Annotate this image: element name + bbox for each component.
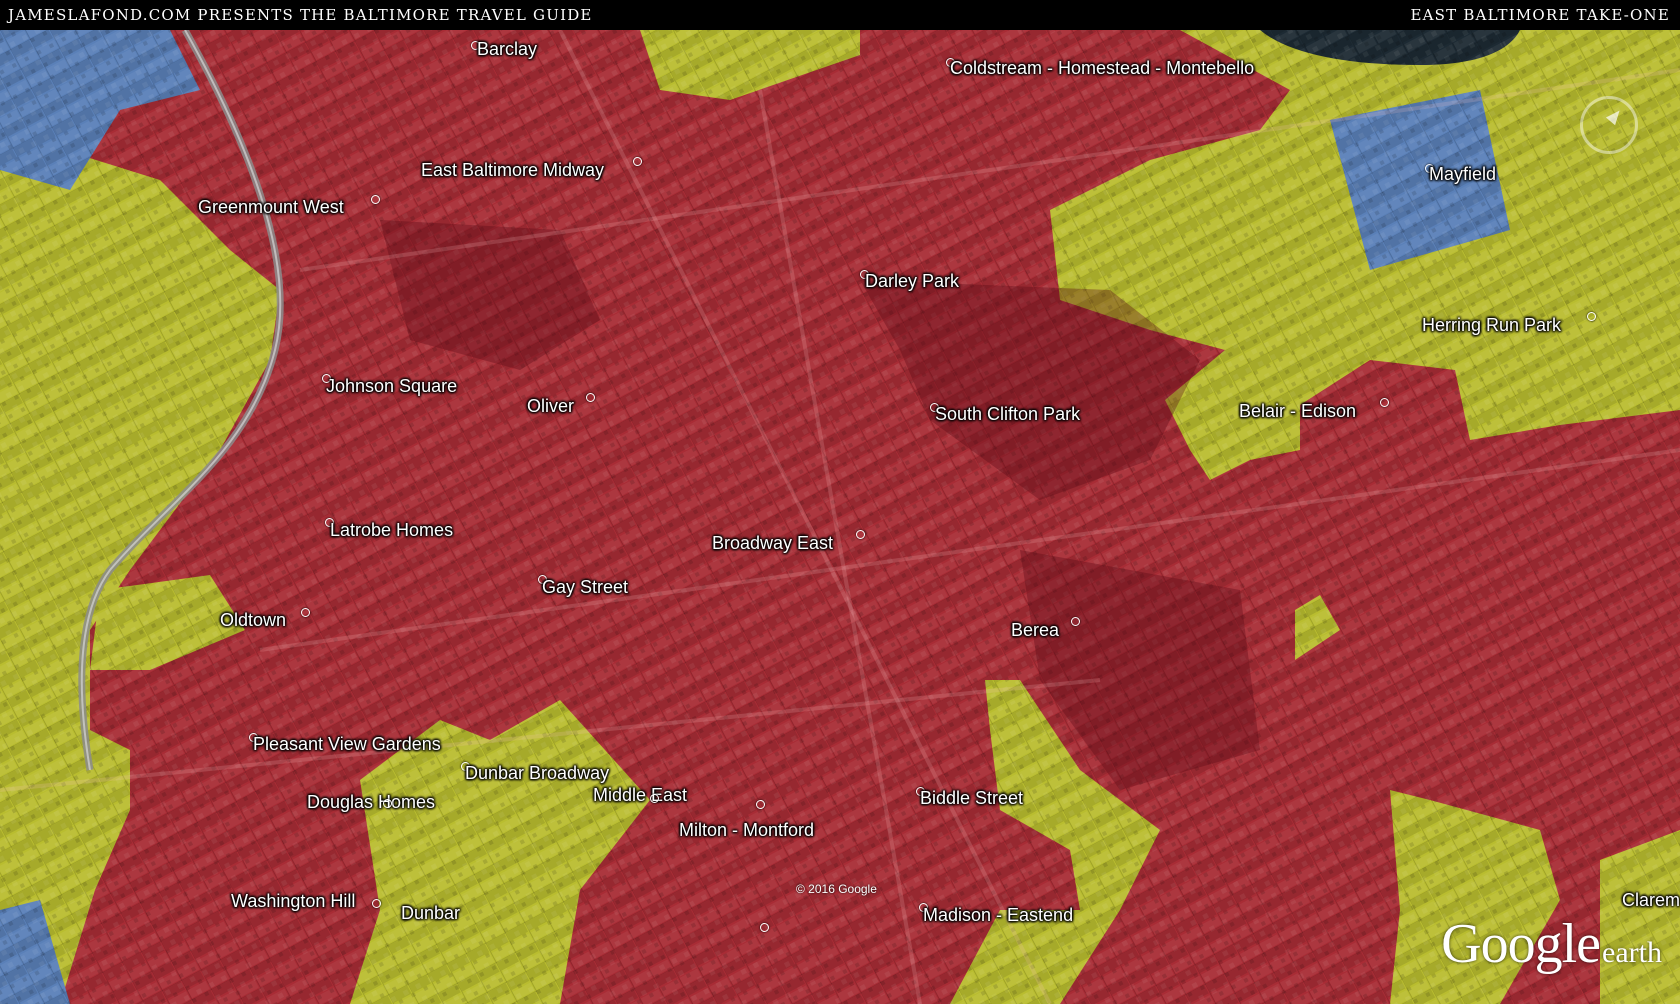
place-label-latrobe-homes[interactable]: Latrobe Homes bbox=[330, 520, 453, 540]
placemark-icon[interactable] bbox=[301, 608, 310, 617]
place-label-dunbar-broadway[interactable]: Dunbar Broadway bbox=[465, 763, 609, 783]
place-label-gay-street[interactable]: Gay Street bbox=[542, 577, 628, 597]
placemark-icon[interactable] bbox=[1587, 312, 1596, 321]
placemark-icon[interactable] bbox=[633, 157, 642, 166]
placemark-icon[interactable] bbox=[586, 393, 595, 402]
place-label-broadway-east[interactable]: Broadway East bbox=[712, 533, 833, 553]
place-label-pleasant-view-gardens[interactable]: Pleasant View Gardens bbox=[253, 734, 441, 754]
placemark-icon[interactable] bbox=[1071, 617, 1080, 626]
place-label-milton-montford[interactable]: Milton - Montford bbox=[679, 820, 814, 840]
banner-right-title: East Baltimore Take-One bbox=[1410, 6, 1670, 24]
placemark-icon[interactable] bbox=[856, 530, 865, 539]
place-label-east-baltimore-midway[interactable]: East Baltimore Midway bbox=[421, 160, 604, 180]
placemark-icon[interactable] bbox=[756, 800, 765, 809]
placemark-icon[interactable] bbox=[371, 195, 380, 204]
logo-google-text: Google bbox=[1441, 913, 1601, 975]
placemark-icon[interactable] bbox=[760, 923, 769, 932]
place-label-oldtown[interactable]: Oldtown bbox=[220, 610, 286, 630]
banner-left-title: JamesLaFond.com Presents the Baltimore T… bbox=[8, 6, 593, 24]
place-label-clarem[interactable]: Clarem bbox=[1622, 890, 1680, 910]
place-label-dunbar[interactable]: Dunbar bbox=[401, 903, 460, 923]
place-label-barclay[interactable]: Barclay bbox=[477, 39, 537, 59]
place-label-madison-eastend[interactable]: Madison - Eastend bbox=[923, 905, 1073, 925]
place-label-douglas-homes[interactable]: Douglas Homes bbox=[307, 792, 435, 812]
compass-needle-icon bbox=[1605, 106, 1625, 126]
place-label-south-clifton-park[interactable]: South Clifton Park bbox=[935, 404, 1080, 424]
google-earth-logo: Googleearth bbox=[1441, 912, 1662, 976]
page: JamesLaFond.com Presents the Baltimore T… bbox=[0, 0, 1680, 1004]
logo-earth-text: earth bbox=[1602, 936, 1662, 969]
place-label-johnson-square[interactable]: Johnson Square bbox=[326, 376, 457, 396]
place-label-mayfield[interactable]: Mayfield bbox=[1429, 164, 1496, 184]
place-label-belair-edison[interactable]: Belair - Edison bbox=[1239, 401, 1356, 421]
place-label-herring-run-park[interactable]: Herring Run Park bbox=[1422, 315, 1561, 335]
title-banner: JamesLaFond.com Presents the Baltimore T… bbox=[0, 0, 1680, 30]
zone-overlay bbox=[0, 30, 1680, 1004]
placemark-icon[interactable] bbox=[650, 794, 659, 803]
placemark-icon[interactable] bbox=[372, 899, 381, 908]
place-label-oliver[interactable]: Oliver bbox=[527, 396, 574, 416]
placemark-icon[interactable] bbox=[383, 799, 392, 808]
place-label-middle-east[interactable]: Middle East bbox=[593, 785, 687, 805]
place-label-washington-hill[interactable]: Washington Hill bbox=[231, 891, 355, 911]
place-label-darley-park[interactable]: Darley Park bbox=[865, 271, 959, 291]
compass-icon[interactable] bbox=[1580, 96, 1638, 154]
satellite-map[interactable]: Barclay Coldstream - Homestead - Montebe… bbox=[0, 30, 1680, 1004]
place-label-coldstream[interactable]: Coldstream - Homestead - Montebello bbox=[950, 58, 1254, 78]
placemark-icon[interactable] bbox=[1380, 398, 1389, 407]
place-label-greenmount-west[interactable]: Greenmount West bbox=[198, 197, 344, 217]
place-label-berea[interactable]: Berea bbox=[1011, 620, 1059, 640]
map-copyright: © 2016 Google bbox=[796, 882, 877, 896]
place-label-biddle-street[interactable]: Biddle Street bbox=[920, 788, 1023, 808]
